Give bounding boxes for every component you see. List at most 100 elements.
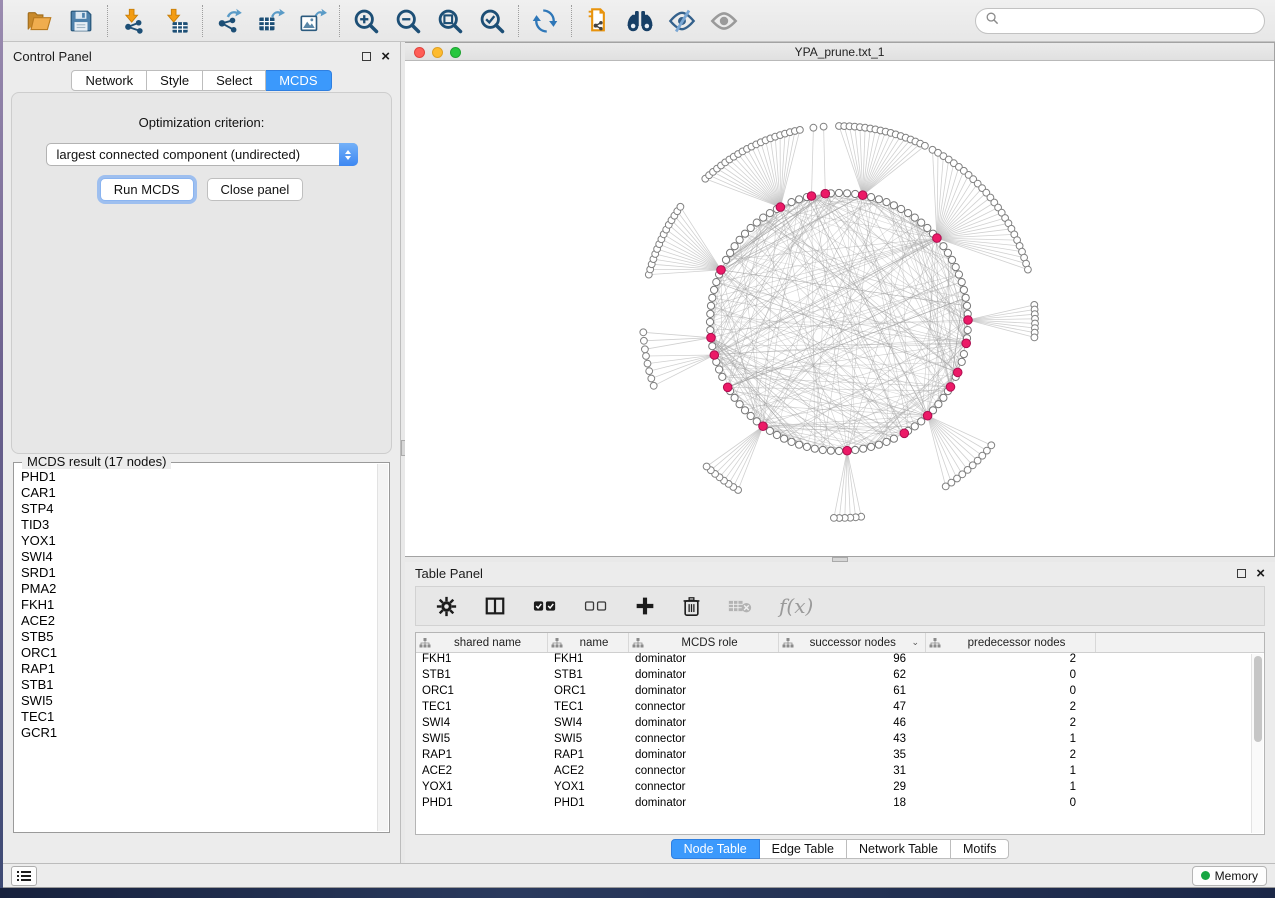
mcds-result-item[interactable]: STB5 xyxy=(21,629,389,645)
function-builder-icon[interactable]: f(x) xyxy=(779,594,813,618)
search-field[interactable] xyxy=(975,8,1265,34)
export-image-icon[interactable] xyxy=(296,4,330,38)
export-network-icon[interactable] xyxy=(212,4,246,38)
tab-mcds[interactable]: MCDS xyxy=(266,70,331,91)
cell[interactable]: 18 xyxy=(779,797,926,813)
cell[interactable]: dominator xyxy=(629,669,779,685)
export-table-icon[interactable] xyxy=(254,4,288,38)
optimization-criterion-select[interactable]: largest connected component (undirected) xyxy=(46,143,358,166)
save-icon[interactable] xyxy=(64,4,98,38)
cell[interactable]: dominator xyxy=(629,749,779,765)
zoom-out-icon[interactable] xyxy=(391,4,425,38)
cell[interactable]: SWI4 xyxy=(416,717,548,733)
mcds-result-item[interactable]: PMA2 xyxy=(21,581,389,597)
mcds-result-item[interactable]: STP4 xyxy=(21,501,389,517)
network-canvas[interactable] xyxy=(405,61,1274,556)
column-header-MCDS-role[interactable]: MCDS role xyxy=(629,633,779,652)
zoom-fit-icon[interactable] xyxy=(433,4,467,38)
mcds-result-item[interactable]: FKH1 xyxy=(21,597,389,613)
cell[interactable]: YOX1 xyxy=(548,781,629,797)
cell[interactable]: 0 xyxy=(926,685,1096,701)
table-row[interactable]: SWI5SWI5connector431 xyxy=(416,733,1264,749)
column-view-icon[interactable] xyxy=(484,595,506,617)
cell[interactable]: 1 xyxy=(926,781,1096,797)
cell[interactable]: 46 xyxy=(779,717,926,733)
search-input[interactable] xyxy=(1005,14,1254,28)
column-header-successor-nodes[interactable]: successor nodes⌄ xyxy=(779,633,926,652)
cell[interactable]: 31 xyxy=(779,765,926,781)
cell[interactable]: 29 xyxy=(779,781,926,797)
cell[interactable]: 43 xyxy=(779,733,926,749)
import-table-icon[interactable] xyxy=(159,4,193,38)
task-history-button[interactable] xyxy=(11,866,37,886)
select-all-icon[interactable] xyxy=(533,599,557,613)
cell[interactable]: FKH1 xyxy=(548,653,629,669)
network-graph[interactable] xyxy=(405,61,1273,555)
refresh-icon[interactable] xyxy=(528,4,562,38)
mcds-result-item[interactable]: SWI5 xyxy=(21,693,389,709)
cell[interactable]: 2 xyxy=(926,749,1096,765)
cell[interactable]: dominator xyxy=(629,685,779,701)
column-header-predecessor-nodes[interactable]: predecessor nodes xyxy=(926,633,1096,652)
zoom-in-icon[interactable] xyxy=(349,4,383,38)
cell[interactable]: connector xyxy=(629,701,779,717)
close-panel-icon[interactable]: × xyxy=(381,52,390,61)
table-row[interactable]: ACE2ACE2connector311 xyxy=(416,765,1264,781)
cell[interactable]: dominator xyxy=(629,653,779,669)
mcds-result-item[interactable]: STB1 xyxy=(21,677,389,693)
mcds-result-item[interactable]: PHD1 xyxy=(21,469,389,485)
cell[interactable]: 96 xyxy=(779,653,926,669)
settings-gear-icon[interactable] xyxy=(436,596,457,617)
cell[interactable]: 1 xyxy=(926,733,1096,749)
table-scrollbar[interactable] xyxy=(1251,654,1263,833)
cell[interactable]: PHD1 xyxy=(548,797,629,813)
run-mcds-button[interactable]: Run MCDS xyxy=(100,178,194,201)
tab-style[interactable]: Style xyxy=(147,70,203,91)
tab-edge-table[interactable]: Edge Table xyxy=(760,839,847,859)
close-table-panel-icon[interactable]: × xyxy=(1256,569,1265,578)
cell[interactable]: 62 xyxy=(779,669,926,685)
add-column-icon[interactable] xyxy=(635,596,655,616)
cell[interactable]: RAP1 xyxy=(416,749,548,765)
cell[interactable]: dominator xyxy=(629,797,779,813)
cell[interactable]: YOX1 xyxy=(416,781,548,797)
cell[interactable]: SWI4 xyxy=(548,717,629,733)
horizontal-splitter-handle[interactable] xyxy=(832,557,848,562)
float-panel-icon[interactable] xyxy=(362,52,371,61)
cell[interactable]: 0 xyxy=(926,797,1096,813)
table-row[interactable]: RAP1RAP1dominator352 xyxy=(416,749,1264,765)
close-panel-button[interactable]: Close panel xyxy=(207,178,304,201)
delete-table-icon[interactable] xyxy=(728,598,752,614)
tab-network[interactable]: Network xyxy=(71,70,147,91)
mcds-result-item[interactable]: TEC1 xyxy=(21,709,389,725)
import-network-icon[interactable] xyxy=(117,4,151,38)
maximize-window-icon[interactable] xyxy=(450,47,461,58)
mcds-result-item[interactable]: GCR1 xyxy=(21,725,389,741)
mcds-result-list[interactable]: PHD1CAR1STP4TID3YOX1SWI4SRD1PMA2FKH1ACE2… xyxy=(14,463,389,741)
mcds-result-item[interactable]: YOX1 xyxy=(21,533,389,549)
cell[interactable]: 47 xyxy=(779,701,926,717)
tab-select[interactable]: Select xyxy=(203,70,266,91)
share-document-icon[interactable] xyxy=(581,4,615,38)
cell[interactable]: 2 xyxy=(926,701,1096,717)
sort-indicator-icon[interactable]: ⌄ xyxy=(911,637,919,648)
tab-motifs[interactable]: Motifs xyxy=(951,839,1009,859)
table-row[interactable]: PHD1PHD1dominator180 xyxy=(416,797,1264,813)
mcds-result-item[interactable]: ORC1 xyxy=(21,645,389,661)
cell[interactable]: ORC1 xyxy=(548,685,629,701)
column-header-name[interactable]: name xyxy=(548,633,629,652)
table-row[interactable]: YOX1YOX1connector291 xyxy=(416,781,1264,797)
cell[interactable]: STB1 xyxy=(548,669,629,685)
zoom-selected-icon[interactable] xyxy=(475,4,509,38)
cell[interactable]: dominator xyxy=(629,717,779,733)
float-table-panel-icon[interactable] xyxy=(1237,569,1246,578)
cell[interactable]: connector xyxy=(629,733,779,749)
tab-network-table[interactable]: Network Table xyxy=(847,839,951,859)
cell[interactable]: SWI5 xyxy=(416,733,548,749)
show-details-icon[interactable] xyxy=(707,4,741,38)
mcds-result-item[interactable]: RAP1 xyxy=(21,661,389,677)
cell[interactable]: 2 xyxy=(926,717,1096,733)
cell[interactable]: PHD1 xyxy=(416,797,548,813)
horizontal-splitter[interactable] xyxy=(405,557,1275,562)
cell[interactable]: ACE2 xyxy=(548,765,629,781)
